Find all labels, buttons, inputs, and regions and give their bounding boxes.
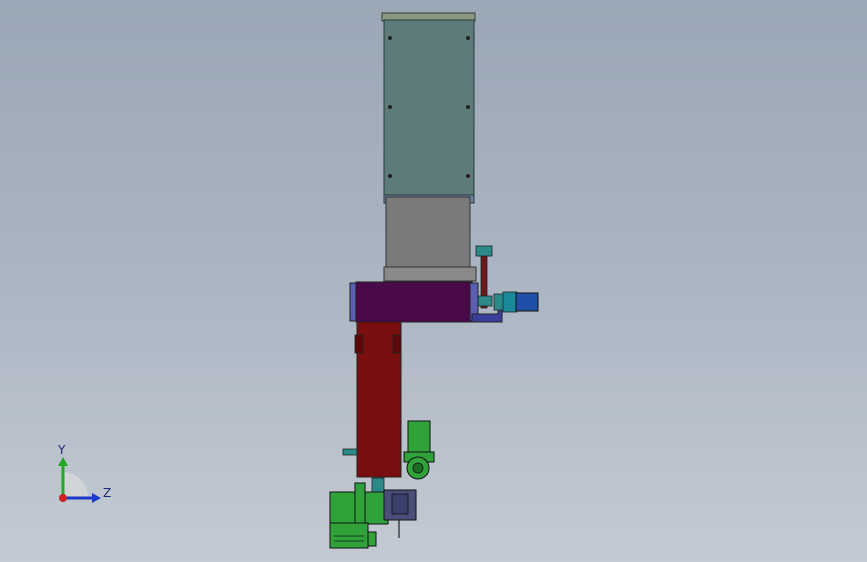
z-axis-label: Z bbox=[103, 486, 111, 500]
servo-motor-bottom[interactable] bbox=[383, 489, 417, 538]
lower-column[interactable] bbox=[342, 321, 402, 478]
middle-block[interactable] bbox=[383, 196, 477, 282]
upper-housing[interactable] bbox=[381, 12, 476, 204]
cad-viewport[interactable] bbox=[0, 0, 867, 562]
side-motor[interactable] bbox=[493, 291, 539, 313]
gear-motor-right[interactable] bbox=[403, 420, 435, 480]
y-axis-label: Y bbox=[57, 443, 66, 457]
gear-motor-bottom[interactable] bbox=[329, 477, 389, 549]
triad-arc bbox=[63, 472, 88, 497]
axis-triad: Y Z bbox=[57, 443, 111, 503]
x-axis-dot bbox=[59, 494, 67, 502]
y-axis-arrow bbox=[58, 457, 68, 466]
z-axis-arrow bbox=[92, 493, 101, 503]
